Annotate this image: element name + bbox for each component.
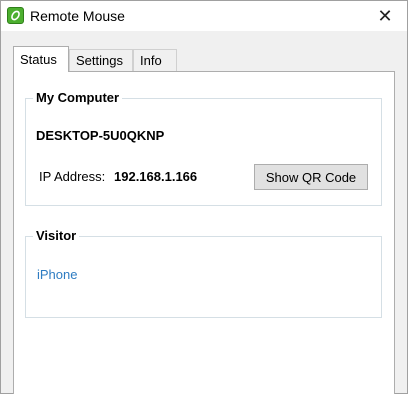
visitor-device-name: iPhone — [37, 267, 78, 282]
ip-address-label: IP Address: — [39, 169, 106, 184]
close-icon: ✕ — [377, 5, 393, 26]
dialog-body: Status Settings Info My Computer DESKTOP… — [1, 31, 407, 394]
tab-info[interactable]: Info — [133, 49, 177, 71]
window-title: Remote Mouse — [30, 8, 125, 24]
status-panel: My Computer DESKTOP-5U0QKNP IP Address: … — [13, 71, 395, 394]
my-computer-group: My Computer DESKTOP-5U0QKNP IP Address: … — [25, 90, 382, 206]
title-bar[interactable]: Remote Mouse ✕ — [1, 1, 407, 31]
my-computer-heading: My Computer — [33, 90, 123, 105]
tab-status[interactable]: Status — [13, 46, 69, 72]
ip-address-value: 192.168.1.166 — [114, 169, 198, 184]
remote-mouse-window: Remote Mouse ✕ Status Settings Info My C… — [0, 0, 408, 394]
computer-name: DESKTOP-5U0QKNP — [36, 128, 165, 143]
show-qr-code-button[interactable]: Show QR Code — [254, 164, 368, 190]
remote-mouse-app-icon — [7, 7, 24, 24]
visitor-group: Visitor iPhone — [25, 228, 382, 318]
tab-settings[interactable]: Settings — [69, 49, 133, 71]
visitor-heading: Visitor — [33, 228, 80, 243]
close-button[interactable]: ✕ — [363, 1, 407, 31]
